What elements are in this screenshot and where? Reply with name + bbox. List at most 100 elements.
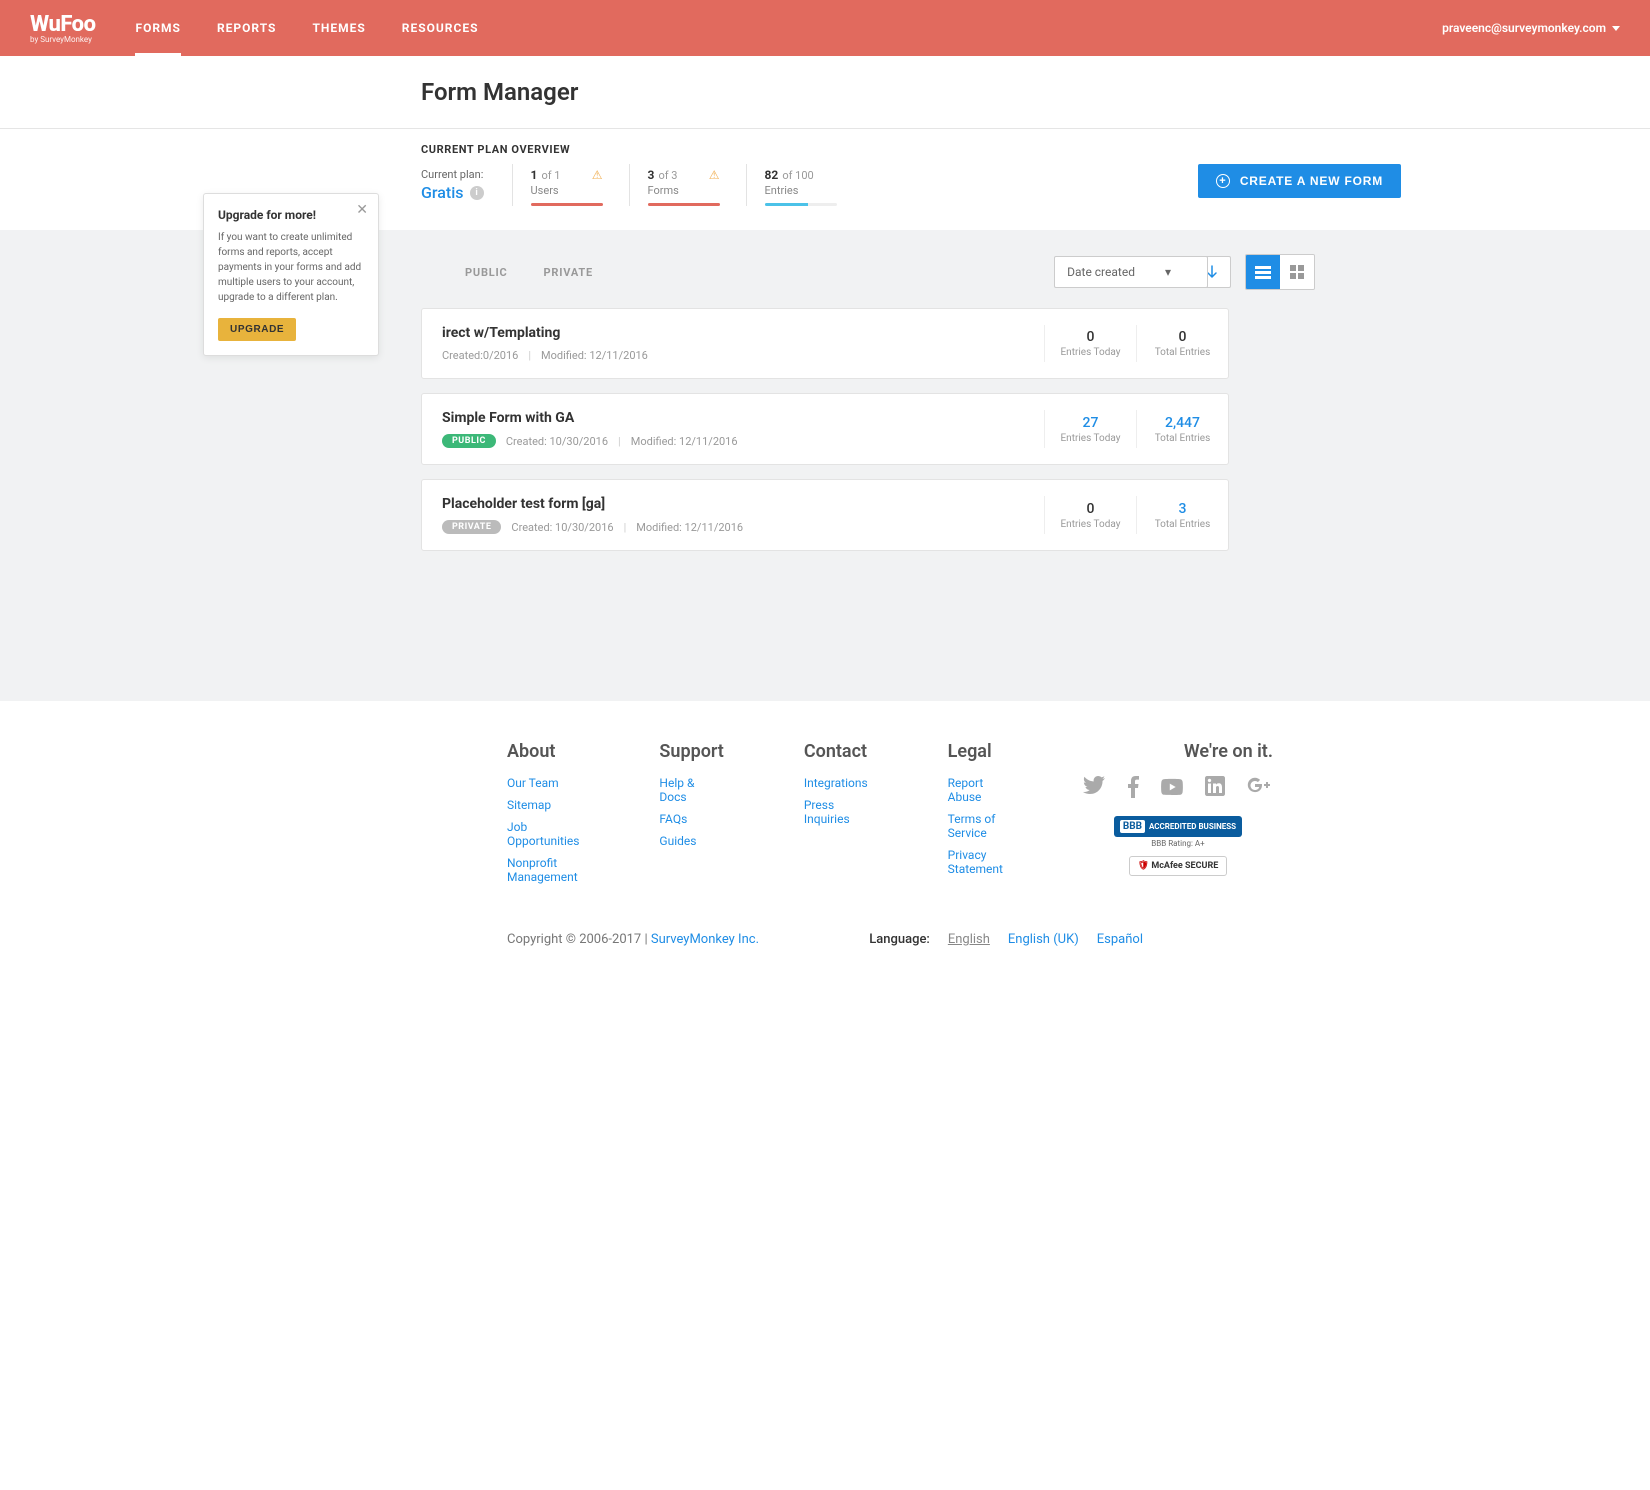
form-created: Created: 10/30/2016 [511,521,613,534]
popup-title: Upgrade for more! [218,208,364,222]
sort-select[interactable]: Date created ▾ [1054,256,1208,288]
footer-link[interactable]: Press Inquiries [804,798,868,826]
total-entries-value[interactable]: 2,447 [1141,415,1224,431]
close-icon[interactable]: ✕ [356,202,368,218]
footer-link[interactable]: FAQs [659,812,723,826]
filter-tab-public[interactable]: PUBLIC [465,266,508,279]
form-title[interactable]: Simple Form with GA [442,410,1044,426]
nav-tab-reports[interactable]: REPORTS [217,0,277,56]
create-new-form-button[interactable]: + CREATE A NEW FORM [1198,164,1401,198]
warning-icon: ⚠ [592,168,603,182]
form-modified: Modified: 12/11/2016 [631,435,738,448]
footer-link[interactable]: Our Team [507,776,579,790]
page-title-bar: Form Manager [0,56,1650,129]
footer-col-contact: ContactIntegrationsPress Inquiries [804,741,868,892]
language-option[interactable]: Español [1097,932,1143,947]
logo-text: WuFoo [30,12,95,37]
entries-today: 27 Entries Today [1044,410,1136,448]
user-menu[interactable]: praveenc@surveymonkey.com [1442,21,1620,35]
form-modified: Modified: 12/11/2016 [541,349,648,362]
entries-today: 0 Entries Today [1044,496,1136,534]
linkedin-icon[interactable] [1205,776,1225,798]
list-icon [1255,265,1271,279]
language-label: Language: [869,932,930,947]
plan-name[interactable]: Gratis i [421,183,484,202]
footer-col-about: About Our Team Sitemap Job Opportunities Non… [507,741,579,892]
youtube-icon[interactable] [1161,776,1183,798]
bbb-badge[interactable]: BBB ACCREDITED BUSINESS [1114,816,1242,837]
view-toggle [1245,254,1315,290]
forms-toolbar: PUBLIC PRIVATE Date created ▾ [335,230,1315,308]
form-card: irect w/Templating Created:0/2016 | Modi… [421,308,1229,379]
nav-tab-resources[interactable]: RESOURCES [402,0,479,56]
visibility-badge: PRIVATE [442,520,501,534]
language-selector: Language: English English (UK) Español [869,932,1143,947]
chevron-down-icon: ▾ [1165,265,1171,279]
footer-link[interactable]: Sitemap [507,798,579,812]
plan-overview: CURRENT PLAN OVERVIEW Current plan: Grat… [249,129,1401,206]
total-entries: 3 Total Entries [1136,496,1228,534]
footer-link[interactable]: Guides [659,834,723,848]
popup-body: If you want to create unlimited forms an… [218,230,364,305]
page-title: Form Manager [249,78,1401,106]
entries-today: 0 Entries Today [1044,325,1136,362]
footer-link[interactable]: Report Abuse [948,776,1003,804]
bbb-rating: BBB Rating: A+ [1083,839,1273,848]
filter-tab-private[interactable]: PRIVATE [544,266,593,279]
form-modified: Modified: 12/11/2016 [636,521,743,534]
nav-tab-themes[interactable]: THEMES [312,0,365,56]
logo-subtext: by SurveyMonkey [30,35,92,44]
logo[interactable]: WuFoo by SurveyMonkey [30,12,95,44]
footer-col-title: About [507,741,579,762]
footer-social: We're on it. BBB ACCREDITED BUSINESS BBB… [1083,741,1445,892]
grid-icon [1290,265,1304,279]
company-link[interactable]: SurveyMonkey Inc. [651,932,759,947]
nav-tabs: FORMS REPORTS THEMES RESOURCES [135,0,478,56]
footer-bottom: Copyright © 2006-2017 | SurveyMonkey Inc… [335,932,1315,947]
footer-link[interactable]: Terms of Service [948,812,1003,840]
chevron-down-icon [1612,26,1620,31]
upgrade-button[interactable]: UPGRADE [218,318,296,341]
footer-link[interactable]: Job Opportunities [507,820,579,848]
total-entries: 0 Total Entries [1136,325,1228,362]
nav-tab-forms[interactable]: FORMS [135,0,180,56]
stat-entries: 82 of 100 Entries [746,164,863,206]
create-btn-label: CREATE A NEW FORM [1240,174,1383,188]
form-title[interactable]: Placeholder test form [ga] [442,496,1044,512]
footer-col-legal: LegalReport AbuseTerms of ServicePrivacy… [948,741,1003,892]
footer-link[interactable]: Nonprofit Management [507,856,579,884]
footer-link[interactable]: Help & Docs [659,776,723,804]
form-created: Created:0/2016 [442,349,518,362]
stat-users: 1 of 1 ⚠ Users [512,164,629,206]
footer-onit-title: We're on it. [1083,741,1273,762]
facebook-icon[interactable] [1127,776,1139,798]
total-entries-value[interactable]: 3 [1141,501,1224,517]
mcafee-badge[interactable]: 🛡 McAfee SECURE [1129,856,1228,876]
warning-icon: ⚠ [709,168,720,182]
googleplus-icon[interactable] [1247,776,1273,798]
copyright: Copyright © 2006-2017 | SurveyMonkey Inc… [507,932,759,947]
form-created: Created: 10/30/2016 [506,435,608,448]
language-option[interactable]: English [948,932,990,947]
entries-today-value: 0 [1049,501,1132,517]
plan-label: Current plan: [421,168,484,181]
footer-col-support: Support Help & Docs FAQs Guides [659,741,723,892]
footer-link[interactable]: Privacy Statement [948,848,1003,876]
footer-link[interactable]: Integrations [804,776,868,790]
twitter-icon[interactable] [1083,776,1105,798]
footer-col-title: Support [659,741,723,762]
top-nav-bar: WuFoo by SurveyMonkey FORMS REPORTS THEMES… [0,0,1650,56]
entries-today-value: 0 [1049,329,1132,345]
forms-list: irect w/Templating Created:0/2016 | Modi… [421,308,1229,551]
plus-circle-icon: + [1216,174,1230,188]
total-entries-value: 0 [1141,329,1224,345]
info-icon[interactable]: i [470,186,484,200]
upgrade-popup: ✕ Upgrade for more! If you want to creat… [203,193,379,356]
language-option[interactable]: English (UK) [1008,932,1079,947]
form-title[interactable]: irect w/Templating [442,325,1044,341]
plan-box: Current plan: Gratis i [421,164,512,202]
form-card: Simple Form with GA PUBLIC Created: 10/3… [421,393,1229,465]
entries-today-value[interactable]: 27 [1049,415,1132,431]
grid-view-button[interactable] [1280,255,1314,289]
list-view-button[interactable] [1246,255,1280,289]
